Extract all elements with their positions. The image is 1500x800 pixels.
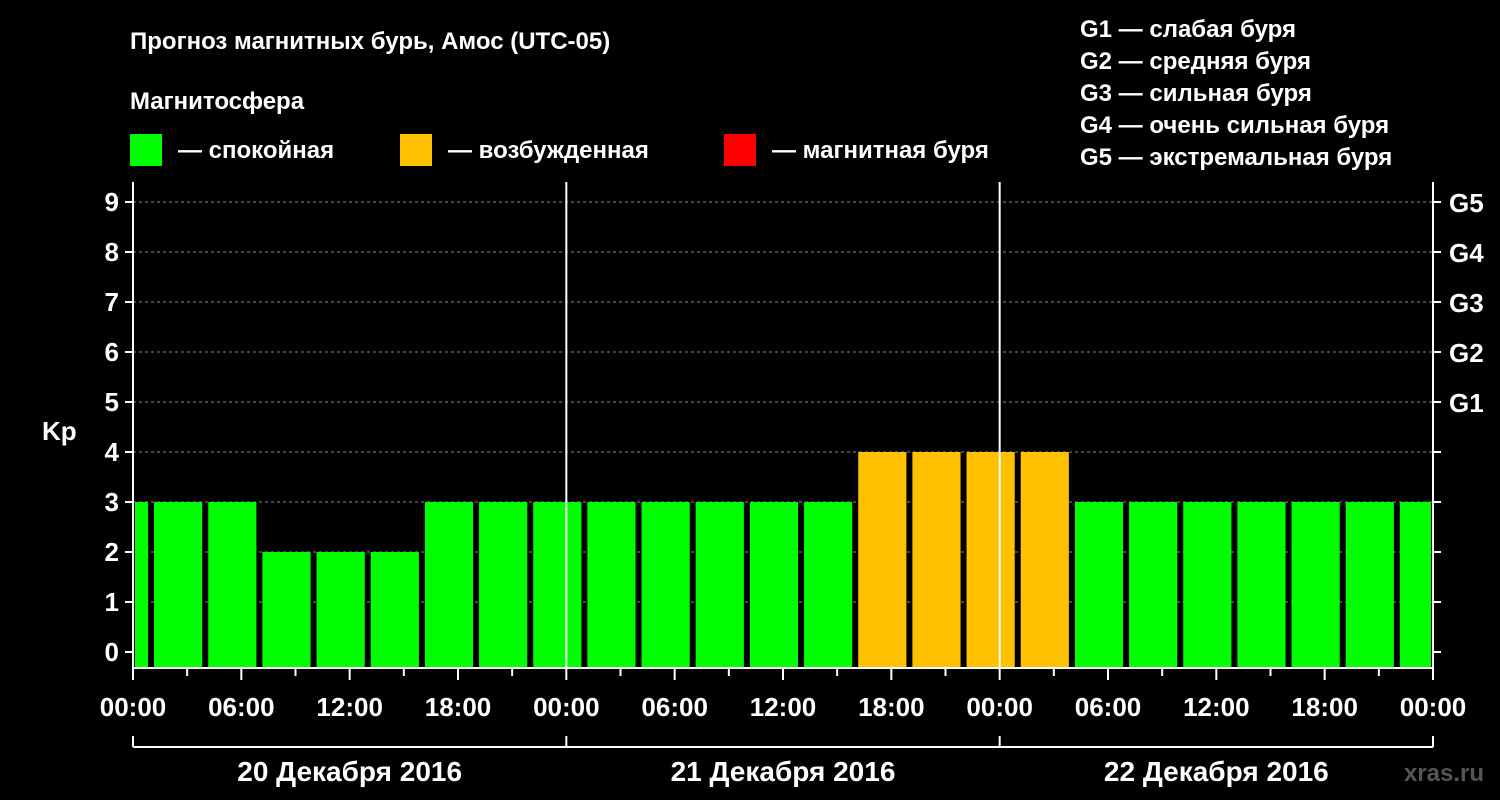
kp-bar — [262, 552, 311, 668]
chart-title: Прогноз магнитных бурь, Амос (UTC-05) — [130, 28, 610, 55]
kp-bar — [316, 552, 365, 668]
legend-label-storm: — магнитная буря — [772, 137, 989, 164]
kp-bar — [1183, 502, 1232, 668]
x-tick-label: 06:00 — [641, 692, 708, 722]
kp-forecast-chart: Прогноз магнитных бурь, Амос (UTC-05) Ма… — [42, 16, 1484, 787]
kp-bar — [1345, 502, 1394, 668]
x-tick-label: 18:00 — [425, 692, 492, 722]
kp-bar — [1020, 452, 1069, 668]
kp-bar — [424, 502, 474, 668]
date-label: 20 Декабря 2016 — [237, 756, 462, 787]
kp-bar — [966, 452, 1015, 668]
g-scale-label: G3 — [1449, 288, 1484, 318]
y-tick-label: 2 — [105, 537, 119, 567]
kp-bar — [1291, 502, 1340, 668]
x-tick-label: 12:00 — [750, 692, 817, 722]
x-tick-label: 12:00 — [316, 692, 383, 722]
x-tick-label: 00:00 — [100, 692, 167, 722]
g-scale-label: G5 — [1449, 188, 1484, 218]
y-tick-label: 3 — [105, 487, 119, 517]
kp-bar — [533, 502, 582, 668]
kp-bar — [154, 502, 203, 668]
y-tick-label: 1 — [105, 587, 119, 617]
kp-bar — [208, 502, 257, 668]
x-tick-label: 18:00 — [1291, 692, 1358, 722]
kp-bar — [479, 502, 528, 668]
x-tick-label: 06:00 — [208, 692, 275, 722]
y-tick-label: 8 — [105, 237, 119, 267]
watermark: xras.ru — [1404, 760, 1484, 787]
legend-swatch-active — [400, 134, 432, 166]
chart-axes: 0 1 2 3 4 5 6 7 8 9 G1 G2 G3 G4 G5 Kp 00:00 06:00 12:00 18:… — [42, 187, 1484, 787]
legend-label-quiet: — спокойная — [178, 137, 334, 164]
y-tick-label: 5 — [105, 387, 119, 417]
y-tick-label: 4 — [105, 437, 120, 467]
y-tick-label: 9 — [105, 187, 119, 217]
chart-header: Прогноз магнитных бурь, Амос (UTC-05) Ма… — [130, 16, 1392, 171]
storm-scale-g4: G4 — очень сильная буря — [1080, 112, 1389, 139]
kp-bar — [1074, 502, 1124, 668]
kp-bar — [135, 502, 149, 668]
kp-bar — [1399, 502, 1431, 668]
kp-bar — [1129, 502, 1178, 668]
kp-bar — [370, 552, 419, 668]
kp-bar — [858, 452, 907, 668]
legend-swatch-quiet — [130, 134, 162, 166]
x-tick-label: 00:00 — [966, 692, 1033, 722]
y-tick-label: 7 — [105, 287, 119, 317]
legend-label-active: — возбужденная — [448, 137, 649, 164]
y-tick-label: 6 — [105, 337, 119, 367]
storm-scale-g5: G5 — экстремальная буря — [1080, 144, 1392, 171]
kp-bar — [695, 502, 744, 668]
x-tick-label: 06:00 — [1075, 692, 1142, 722]
kp-bar — [587, 502, 636, 668]
g-scale-label: G4 — [1449, 238, 1484, 268]
storm-scale-g1: G1 — слабая буря — [1080, 16, 1296, 43]
storm-scale-g2: G2 — средняя буря — [1080, 48, 1311, 75]
legend-heading: Магнитосфера — [130, 88, 305, 115]
x-tick-label: 00:00 — [533, 692, 600, 722]
x-tick-label: 18:00 — [858, 692, 925, 722]
kp-bar — [749, 502, 799, 668]
g-scale-label: G2 — [1449, 338, 1484, 368]
date-label: 21 Декабря 2016 — [671, 756, 896, 787]
storm-scale-g3: G3 — сильная буря — [1080, 80, 1312, 107]
x-tick-label: 00:00 — [1400, 692, 1467, 722]
kp-bar — [641, 502, 690, 668]
date-label: 22 Декабря 2016 — [1104, 756, 1329, 787]
kp-bar — [912, 452, 961, 668]
kp-bar — [804, 502, 853, 668]
y-axis-label: Kp — [42, 416, 77, 446]
kp-bars — [135, 452, 1431, 668]
kp-bar — [1237, 502, 1286, 668]
y-tick-label: 0 — [105, 637, 119, 667]
x-tick-label: 12:00 — [1183, 692, 1250, 722]
g-scale-label: G1 — [1449, 388, 1484, 418]
legend-swatch-storm — [724, 134, 756, 166]
